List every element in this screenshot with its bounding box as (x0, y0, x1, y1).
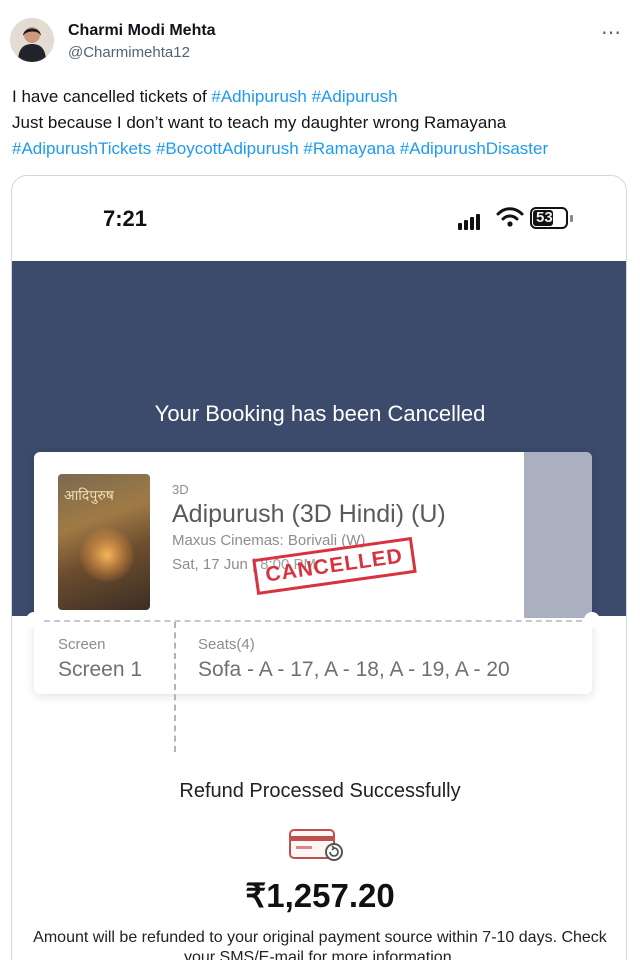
status-icons: 53 (444, 204, 584, 234)
hashtag-link[interactable]: #Adhipurush (211, 87, 306, 106)
tweet-line-3: #AdipurushTickets #BoycottAdipurush #Ram… (12, 136, 632, 162)
author-name[interactable]: Charmi Modi Mehta (68, 22, 216, 40)
refund-note: Amount will be refunded to your original… (33, 929, 607, 960)
author-handle[interactable]: @Charmimehta12 (68, 44, 190, 61)
screen-label: Screen (58, 636, 106, 653)
movie-title: Adipurush (3D Hindi) (U) (172, 500, 446, 528)
refund-title: Refund Processed Successfully (179, 780, 461, 802)
battery-level: 53 (536, 209, 553, 226)
hashtag-link[interactable]: #BoycottAdipurush (156, 139, 299, 158)
battery-icon: 53 (530, 207, 568, 229)
ticket-perforation (34, 620, 592, 622)
movie-poster: आदिपुरुष (58, 474, 150, 610)
status-time: 7:21 (103, 206, 148, 231)
avatar[interactable] (10, 18, 54, 62)
hashtag-link[interactable]: #Ramayana (303, 139, 395, 158)
tweet-line-1: I have cancelled tickets of #Adhipurush … (12, 84, 632, 110)
card-refund-icon (289, 829, 343, 861)
hashtag-link[interactable]: #AdipurushDisaster (400, 139, 548, 158)
seats-label: Seats(4) (198, 636, 255, 653)
tweet-media-image[interactable]: 7:21 53 Your Booking has been Cancelled … (11, 175, 627, 960)
poster-title: आदिपुरुष (64, 488, 114, 504)
tweet-header: Charmi Modi Mehta @Charmimehta12 ⋯ (0, 0, 640, 80)
hashtag-link[interactable]: #AdipurushTickets (12, 139, 151, 158)
cancel-title: Your Booking has been Cancelled (154, 401, 486, 426)
tweet-text-segment: I have cancelled tickets of (12, 87, 212, 106)
wifi-icon (496, 207, 524, 227)
ticket-divider (174, 622, 176, 752)
ticket-card: आदिपुरुष 3D Adipurush (3D Hindi) (U) Max… (26, 452, 600, 752)
movie-format: 3D (172, 482, 189, 497)
seats-value: Sofa - A - 17, A - 18, A - 19, A - 20 (198, 658, 510, 681)
tweet-body: I have cancelled tickets of #Adhipurush … (12, 84, 632, 162)
screen-value: Screen 1 (58, 658, 143, 681)
hashtag-link[interactable]: #Adipurush (312, 87, 398, 106)
refund-amount: ₹1,257.20 (245, 877, 395, 914)
more-icon[interactable]: ⋯ (601, 20, 622, 45)
tweet-line-2: Just because I don’t want to teach my da… (12, 113, 507, 132)
ticket-stub (524, 452, 592, 618)
